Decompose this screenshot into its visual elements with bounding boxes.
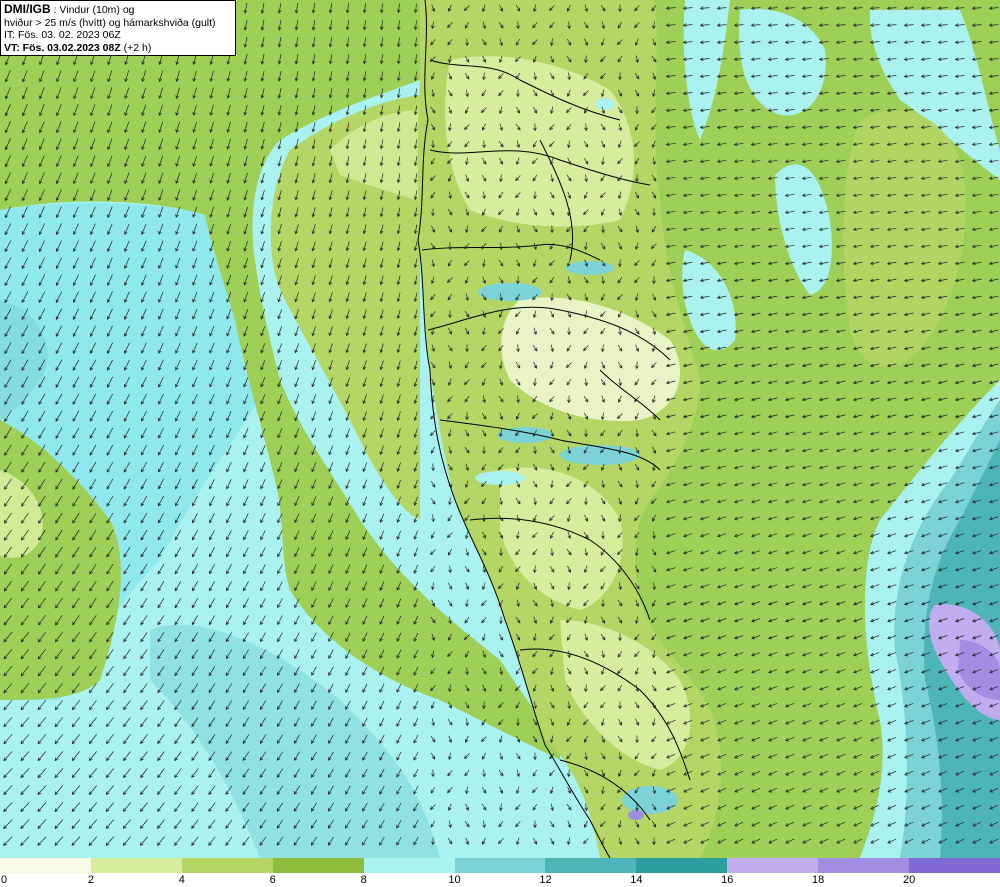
info-valid-time: VT: Fös. 03.02.2023 08Z: [4, 41, 121, 54]
info-forecast-offset: (+2 h): [120, 41, 152, 54]
info-description: hviður > 25 m/s (hvítt) og hámarkshviða …: [4, 16, 216, 29]
legend-swatch: [909, 858, 1000, 873]
legend-tick-label: 6: [269, 874, 276, 886]
info-title: DMI/IGB: [4, 2, 51, 16]
legend-swatch: [454, 858, 546, 873]
legend-swatch: [636, 858, 728, 873]
legend-swatch: [90, 858, 182, 873]
legend-tick-label: 2: [87, 874, 94, 886]
fjord-patch: [478, 283, 542, 301]
legend-tick-label: 14: [630, 874, 643, 886]
legend-swatch: [545, 858, 637, 873]
info-title-suffix: : Vindur (10m) og: [50, 4, 135, 16]
legend-tick-label: 20: [902, 874, 916, 886]
legend-color-bar: [0, 858, 1000, 873]
legend-tick-label: 8: [360, 874, 367, 886]
legend-swatch: [818, 858, 910, 873]
legend-swatch: [272, 858, 364, 873]
fjord-patch: [566, 261, 614, 275]
info-valid-time-line: VT: Fös. 03.02.2023 08Z (+2 h): [4, 42, 232, 55]
legend-swatch: [727, 858, 819, 873]
legend-tick-label: 12: [539, 874, 552, 886]
legend-tick-label: 16: [721, 874, 734, 886]
legend-tick-label: 10: [448, 874, 461, 886]
legend-tick-label: 18: [812, 874, 825, 886]
info-title-line: DMI/IGB : Vindur (10m) og: [4, 3, 232, 17]
legend-swatch: [363, 858, 455, 873]
map-info-box: DMI/IGB : Vindur (10m) og hviður > 25 m/…: [0, 0, 236, 56]
fjord-patch: [622, 786, 678, 814]
wind-map: [0, 0, 1000, 858]
info-initial-time: IT: Fös. 03. 02. 2023 06Z: [4, 29, 121, 41]
legend-tick-label: 0: [0, 874, 8, 886]
fjord-patch: [560, 445, 640, 465]
legend-swatch: [0, 858, 91, 873]
wind-speed-legend: 0 2 4 6 8 10 12 14 16 18 20: [0, 858, 1000, 887]
legend-swatch: [181, 858, 273, 873]
legend-tick-label: 4: [178, 874, 185, 886]
fjord-patch: [595, 98, 615, 110]
peak-gust-patch: [628, 810, 644, 820]
